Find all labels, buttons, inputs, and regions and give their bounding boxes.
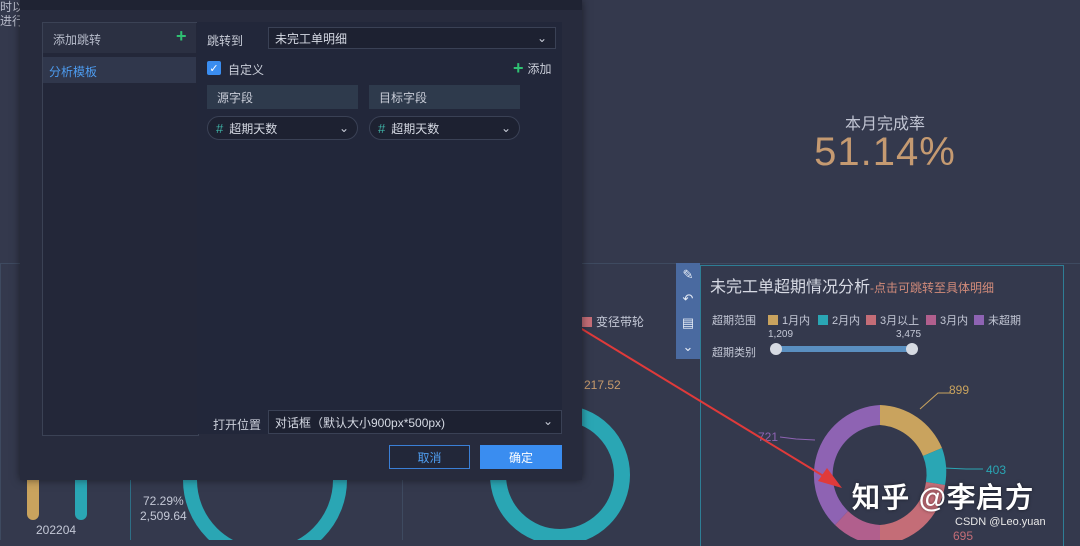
bg-value-label: 217.52 <box>584 378 621 392</box>
add-mapping-button[interactable]: + 添加 <box>513 58 552 79</box>
legend-swatch <box>768 315 778 325</box>
cancel-button[interactable]: 取消 <box>389 445 470 469</box>
target-field-select[interactable]: # 超期天数 ⌄ <box>369 116 520 140</box>
jump-to-select[interactable]: 未完工单明细 ⌄ <box>268 27 556 49</box>
slice-value: 695 <box>953 529 974 543</box>
donut-slice[interactable] <box>880 405 942 456</box>
edit-icon[interactable]: ✎ <box>676 263 700 287</box>
target-field-header: 目标字段 <box>369 85 520 109</box>
undo-icon[interactable]: ↶ <box>676 287 700 311</box>
bg-percent: 72.29% <box>143 494 184 508</box>
category-label: 超期类别 <box>712 347 756 359</box>
jump-list-panel <box>42 22 199 436</box>
target-field-value: 超期天数 <box>391 121 440 136</box>
chevron-down-icon: ⌄ <box>536 31 547 45</box>
chevron-down-icon: ⌄ <box>542 414 553 428</box>
legend-item[interactable]: 3月以上 <box>866 312 919 328</box>
legend-item[interactable]: 2月内 <box>818 312 860 328</box>
legend-item[interactable]: 1月内 <box>768 312 810 328</box>
legend-item[interactable]: 未超期 <box>974 312 1021 328</box>
leader-line <box>779 436 816 441</box>
divider <box>0 263 1 540</box>
bg-legend: 变径带轮 <box>582 313 644 330</box>
legend-label: 未超期 <box>988 315 1021 327</box>
hash-icon: # <box>378 120 386 136</box>
slider-handle-min[interactable] <box>770 343 782 355</box>
legend-swatch <box>582 316 592 327</box>
open-position-label: 打开位置 <box>213 418 262 432</box>
donut-arc <box>183 479 347 540</box>
chart-toolbar: ✎ ↶ ▤ ⌄ <box>676 263 700 359</box>
completion-rate-value: 51.14% <box>814 130 956 174</box>
legend-swatch <box>866 315 876 325</box>
bar-mark <box>75 480 87 520</box>
divider <box>130 480 131 540</box>
add-mapping-label: 添加 <box>527 62 552 76</box>
range-label: 超期范围 <box>712 315 756 327</box>
zhihu-watermark: 知乎 @李启方 <box>852 482 1035 513</box>
comment-icon[interactable]: ▤ <box>676 311 700 335</box>
chart-title-text: 未完工单超期情况分析 <box>710 279 871 296</box>
legend-swatch <box>974 315 984 325</box>
source-field-select[interactable]: # 超期天数 ⌄ <box>207 116 358 140</box>
add-jump-plus-icon[interactable]: + <box>176 26 187 47</box>
source-field-value: 超期天数 <box>229 121 278 136</box>
collapse-icon[interactable]: ⌄ <box>676 335 700 359</box>
csdn-watermark: CSDN @Leo.yuan <box>955 516 1046 528</box>
jump-to-value: 未完工单明细 <box>275 31 348 46</box>
slice-value: 899 <box>949 383 970 397</box>
custom-checkbox[interactable]: ✓ <box>207 61 221 75</box>
add-jump-label: 添加跳转 <box>53 33 102 47</box>
slice-value: 403 <box>986 463 1007 477</box>
bar-mark <box>27 480 39 520</box>
open-position-value: 对话框（默认大小900px*500px) <box>275 415 446 430</box>
custom-label: 自定义 <box>228 63 265 77</box>
open-position-select[interactable]: 对话框（默认大小900px*500px) ⌄ <box>268 410 562 434</box>
legend-swatch <box>818 315 828 325</box>
legend-item[interactable]: 3月内 <box>926 312 968 328</box>
hash-icon: # <box>216 120 224 136</box>
legend-swatch <box>926 315 936 325</box>
legend-label: 2月内 <box>832 315 861 327</box>
chart-subtitle: -点击可跳转至具体明细 <box>870 281 995 295</box>
jump-to-label: 跳转到 <box>207 34 244 48</box>
source-field-header: 源字段 <box>207 85 358 109</box>
dialog-header-bar <box>20 0 582 10</box>
slider-min-value: 1,209 <box>768 329 794 340</box>
confirm-button[interactable]: 确定 <box>480 445 562 469</box>
slice-value: 721 <box>758 430 779 444</box>
legend-label: 3月内 <box>940 315 969 327</box>
bg-period-label: 202204 <box>36 523 77 537</box>
chevron-down-icon: ⌄ <box>338 121 349 135</box>
category-slider-track[interactable] <box>776 346 912 352</box>
chevron-down-icon: ⌄ <box>500 121 511 135</box>
legend-label: 1月内 <box>782 315 811 327</box>
slider-handle-max[interactable] <box>906 343 918 355</box>
bg-donut-left <box>183 479 347 540</box>
legend-label: 3月以上 <box>880 315 920 327</box>
leader-line <box>943 467 983 470</box>
chart-title[interactable]: 未完工单超期情况分析-点击可跳转至具体明细 <box>710 273 994 297</box>
slider-max-value: 3,475 <box>896 329 922 340</box>
plus-icon: + <box>513 58 524 78</box>
leader-line <box>919 392 950 410</box>
legend-label: 变径带轮 <box>596 315 645 329</box>
jump-list-item-label: 分析模板 <box>49 65 98 79</box>
jump-settings-panel <box>197 22 562 434</box>
divider <box>402 480 403 540</box>
